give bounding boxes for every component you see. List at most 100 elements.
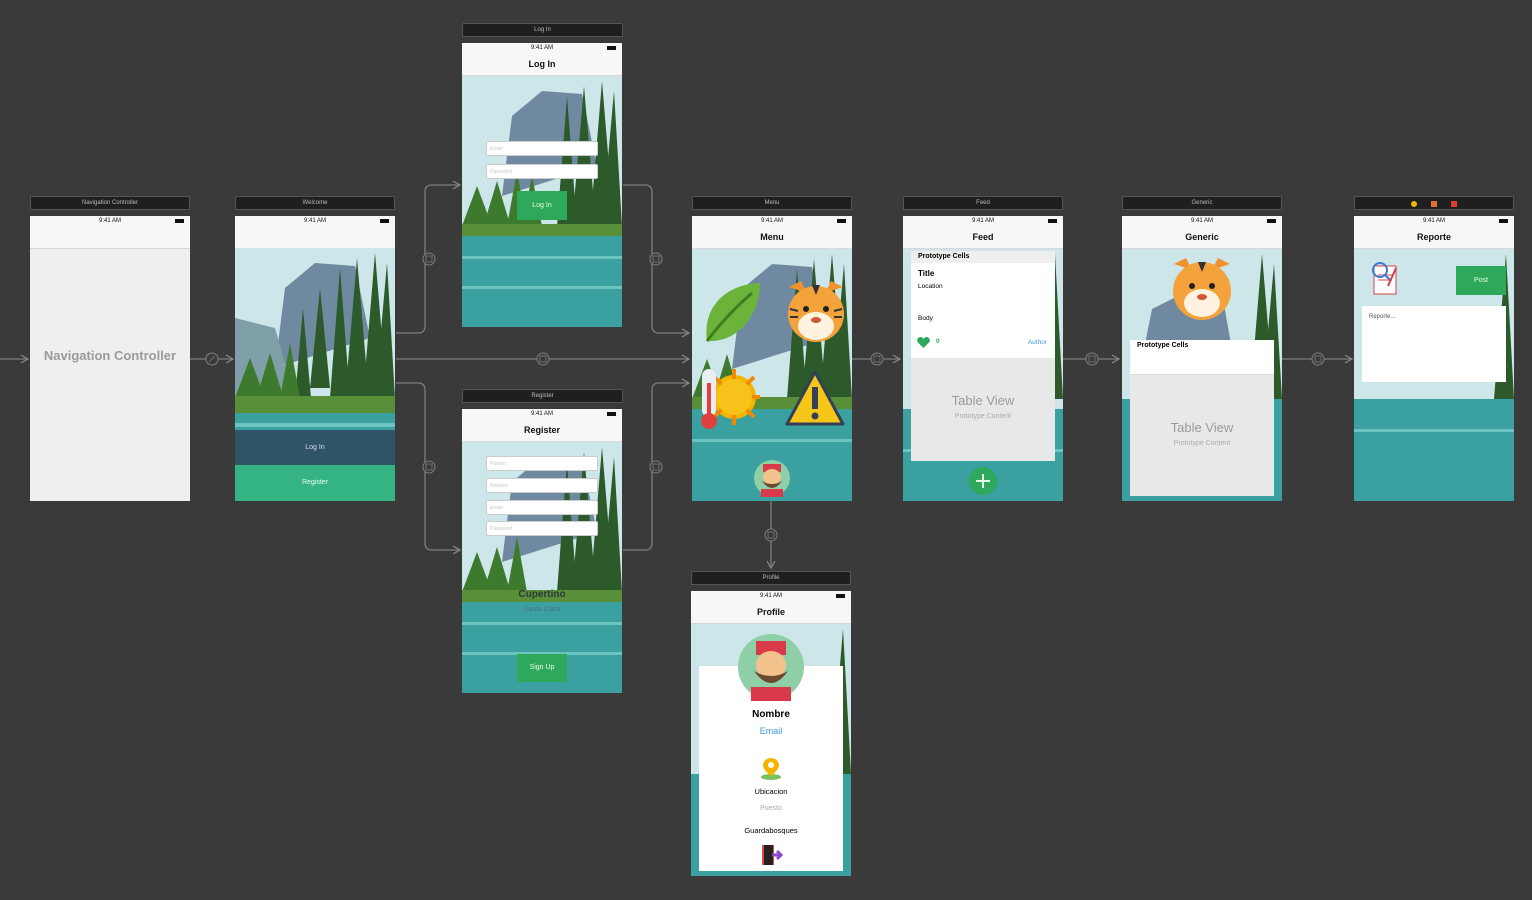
scene-feed[interactable]: Feed 9:41 AM Feed Prototype Cells Title … [903, 196, 1063, 501]
scene-title-bar: Log In [462, 23, 623, 37]
add-post-icon[interactable] [968, 466, 998, 496]
phone-frame: 9:41 AM Navigation Controller [30, 216, 190, 501]
signup-button[interactable]: Sign Up [517, 654, 567, 682]
picker-next-value: Santa Clara [523, 606, 561, 613]
scene-reporte[interactable]: 9:41 AM Reporte Post Reporte... [1354, 196, 1514, 501]
password-field[interactable]: Password [486, 521, 598, 536]
login-button[interactable]: Log In [235, 430, 395, 465]
prototype-content-label: Prototype Content [1173, 440, 1231, 447]
nav-title: Generic [1122, 226, 1282, 249]
scene-profile[interactable]: Profile 9:41 AM Profile Nombre Email Ubi… [691, 571, 851, 877]
nav-title: Register [462, 419, 622, 442]
scene-title-bar: Generic [1122, 196, 1282, 210]
author-link[interactable]: Author [1028, 339, 1047, 346]
phone-frame: 9:41 AM Profile Nombre Email Ubicacion P… [691, 591, 851, 876]
scene-title-bar: Register [462, 389, 623, 403]
scene-title-bar: Menu [692, 196, 852, 210]
picker-selected-value[interactable]: Cupertino [462, 589, 622, 600]
battery-icon [380, 219, 389, 223]
scene-login[interactable]: Log In 9:41 AM Log In Email Password Log… [462, 23, 623, 328]
heart-icon[interactable] [917, 337, 930, 349]
logout-door-icon[interactable] [759, 843, 783, 867]
battery-icon [1048, 219, 1057, 223]
battery-icon [836, 594, 845, 598]
like-count: 0 [936, 338, 940, 345]
phone-frame: 9:41 AM Register Puesto Nombre Email Pas… [462, 409, 622, 693]
ranger-avatar-icon[interactable] [753, 459, 791, 497]
status-time: 9:41 AM [303, 218, 326, 224]
scene-title-bar [1354, 196, 1514, 210]
prototype-cells-header: Prototype Cells [1130, 340, 1274, 352]
scene-generic[interactable]: Generic 9:41 AM Generic Prototype Cells … [1122, 196, 1282, 501]
phone-frame: 9:41 AM Reporte Post Reporte... [1354, 216, 1514, 501]
status-time: 9:41 AM [759, 593, 782, 599]
cell-title: Title [918, 269, 935, 278]
status-bar: 9:41 AM [1354, 216, 1514, 226]
scene-welcome[interactable]: Welcome 9:41 AM Log In Register [235, 196, 395, 501]
leaf-icon[interactable] [702, 281, 762, 346]
scene-title-bar: Navigation Controller [30, 196, 190, 210]
register-button[interactable]: Register [235, 465, 395, 501]
scene-title-bar: Feed [903, 196, 1063, 210]
report-text-view[interactable]: Reporte... [1362, 306, 1506, 382]
table-view-placeholder: Table View Prototype Content [911, 358, 1055, 461]
profile-name: Nombre [752, 709, 790, 720]
status-time: 9:41 AM [971, 218, 994, 224]
status-bar: 9:41 AM [30, 216, 190, 226]
phone-frame: 9:41 AM Menu [692, 216, 852, 501]
nav-title: Menu [692, 226, 852, 249]
status-time: 9:41 AM [1422, 218, 1445, 224]
nav-title: Reporte [1354, 226, 1514, 249]
temperature-sun-icon[interactable] [696, 365, 762, 431]
table-view[interactable]: Prototype Cells Table View Prototype Con… [1130, 340, 1274, 496]
navigation-controller-placeholder: Navigation Controller [43, 348, 177, 363]
status-time: 9:41 AM [760, 218, 783, 224]
prototype-cells-header: Prototype Cells [911, 251, 1055, 263]
phone-frame: 9:41 AM Feed Prototype Cells Title Locat… [903, 216, 1063, 501]
table-view-label: Table View [951, 393, 1015, 408]
nav-title: Profile [691, 601, 851, 624]
cell-body: Body [918, 315, 933, 322]
profile-location: Ubicacion [754, 787, 788, 796]
status-time: 9:41 AM [98, 218, 121, 224]
feed-cell[interactable]: Title Location Body 0 Author [911, 263, 1055, 358]
status-bar: 9:41 AM [691, 591, 851, 601]
ranger-avatar [738, 634, 804, 701]
table-view[interactable]: Prototype Cells Title Location Body 0 Au… [911, 251, 1055, 461]
status-time: 9:41 AM [530, 411, 553, 417]
nav-title: Log In [462, 53, 622, 76]
tiger-icon[interactable] [785, 279, 847, 345]
scene-title-bar: Welcome [235, 196, 395, 210]
phone-frame: 9:41 AM Generic Prototype Cells Table Vi… [1122, 216, 1282, 501]
generic-cell[interactable] [1130, 352, 1274, 375]
login-button[interactable]: Log In [517, 191, 567, 220]
status-time: 9:41 AM [530, 45, 553, 51]
email-field[interactable]: Email [486, 141, 598, 156]
scene-register[interactable]: Register 9:41 AM Register Puesto Nombre … [462, 389, 623, 693]
status-time: 9:41 AM [1190, 218, 1213, 224]
status-bar: 9:41 AM [462, 409, 622, 419]
scene-navigation-controller[interactable]: Navigation Controller 9:41 AM Navigation… [30, 196, 190, 501]
exit-icon [1450, 201, 1457, 207]
post-button[interactable]: Post [1456, 266, 1506, 295]
cell-location: Location [918, 283, 943, 290]
scene-title-bar: Profile [691, 571, 851, 585]
battery-icon [1267, 219, 1276, 223]
report-document-icon [1372, 262, 1397, 295]
battery-icon [837, 219, 846, 223]
tiger-icon [1173, 258, 1231, 320]
status-bar: 9:41 AM [235, 216, 395, 226]
warning-icon[interactable] [785, 369, 845, 427]
scene-menu[interactable]: Menu 9:41 AM Menu [692, 196, 852, 501]
password-field[interactable]: Password [486, 164, 598, 179]
profile-role: Guardabosques [744, 826, 798, 835]
nombre-field[interactable]: Nombre [486, 478, 598, 493]
status-bar: 9:41 AM [903, 216, 1063, 226]
prototype-content-label: Prototype Content [954, 413, 1012, 420]
battery-icon [607, 46, 616, 50]
puesto-field[interactable]: Puesto [486, 456, 598, 471]
phone-frame: 9:41 AM Log In Email Password Log In [462, 43, 622, 327]
email-field[interactable]: Email [486, 500, 598, 515]
status-bar: 9:41 AM [462, 43, 622, 53]
battery-icon [607, 412, 616, 416]
